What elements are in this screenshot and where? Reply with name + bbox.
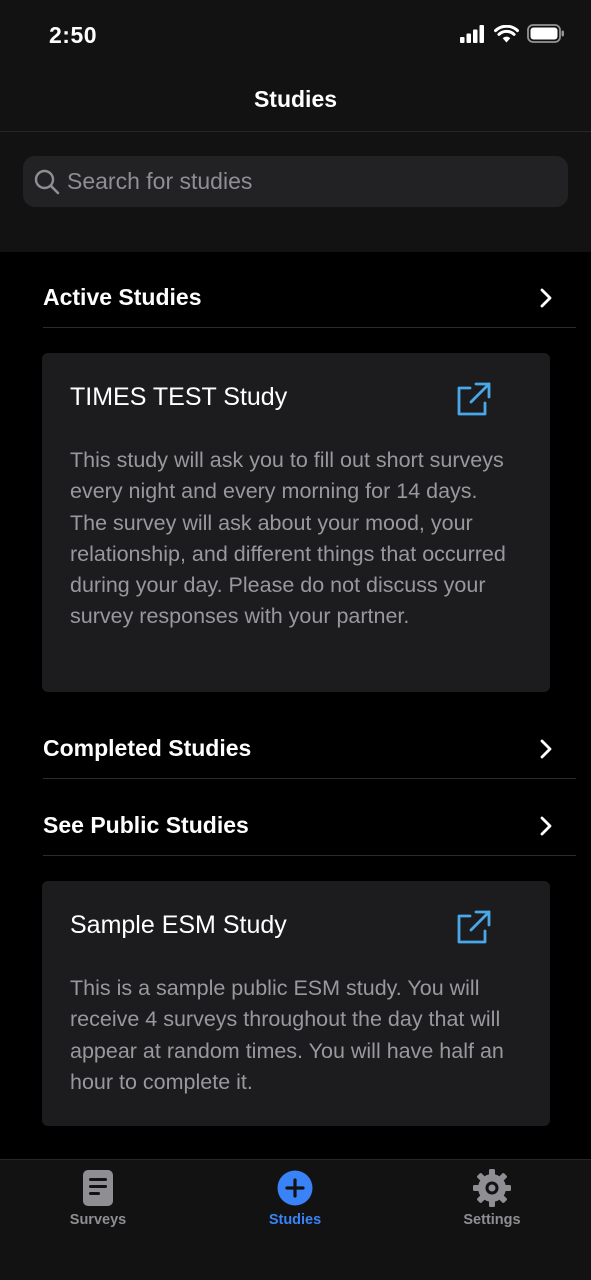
wifi-icon: [494, 24, 519, 42]
tab-surveys[interactable]: Surveys: [18, 1160, 178, 1240]
section-title-public: See Public Studies: [43, 812, 249, 838]
search-bar[interactable]: [23, 156, 568, 207]
chevron-right-icon: [540, 288, 552, 307]
page-title: Studies: [253, 86, 338, 112]
card-header: TIMES TEST Study: [70, 381, 522, 419]
card-header: Sample ESM Study: [70, 909, 522, 947]
section-active-studies[interactable]: Active Studies: [43, 268, 576, 328]
chevron-right-icon: [540, 816, 552, 835]
tab-label: Surveys: [69, 1212, 127, 1228]
study-description: This is a sample public ESM study. You w…: [70, 976, 504, 1094]
header-divider: [0, 131, 591, 132]
battery-icon: [527, 24, 564, 43]
tab-settings[interactable]: Settings: [412, 1160, 572, 1240]
section-public-studies[interactable]: See Public Studies: [43, 796, 576, 856]
chevron-right-icon: [540, 739, 552, 758]
studies-screen: 2:50 Studies Search for studies Active S…: [0, 0, 591, 1280]
tab-label: Settings: [463, 1212, 521, 1228]
section-title-active: Active Studies: [43, 284, 202, 310]
plus-circle-icon: [277, 1170, 313, 1206]
study-card-active[interactable]: TIMES TEST Study This study will ask you…: [42, 353, 550, 692]
tab-studies[interactable]: Studies: [215, 1160, 375, 1240]
top-header: 2:50 Studies Search for studies: [0, 0, 591, 252]
tab-bar: Surveys Studies Settings: [0, 1159, 591, 1280]
study-title: Sample ESM Study: [70, 911, 287, 939]
signal-icon: [460, 24, 484, 43]
gear-icon: [473, 1169, 511, 1207]
status-time: 2:50: [49, 22, 98, 48]
search-input[interactable]: [67, 168, 547, 195]
study-card-public[interactable]: Sample ESM Study This is a sample public…: [42, 881, 550, 1126]
section-completed-studies[interactable]: Completed Studies: [43, 719, 576, 779]
tab-label: Studies: [268, 1212, 322, 1228]
status-icons: [460, 24, 565, 43]
study-description: This study will ask you to fill out shor…: [70, 448, 506, 629]
external-link-icon[interactable]: [454, 381, 492, 419]
document-icon: [83, 1170, 113, 1206]
status-bar: 2:50: [0, 0, 591, 72]
study-title: TIMES TEST Study: [70, 383, 288, 411]
section-title-completed: Completed Studies: [43, 735, 252, 761]
external-link-icon[interactable]: [454, 909, 492, 947]
search-icon: [34, 169, 60, 194]
